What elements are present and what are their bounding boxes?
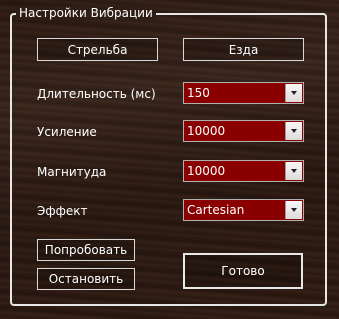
driving-button[interactable]: Езда (183, 38, 304, 61)
gain-label: Усиление (37, 125, 97, 139)
duration-select[interactable]: 150 (183, 82, 304, 104)
magnitude-label: Магнитуда (37, 165, 107, 179)
effect-label: Эффект (37, 204, 88, 218)
stop-button[interactable]: Остановить (37, 268, 135, 290)
gain-value: 10000 (187, 124, 226, 138)
magnitude-value: 10000 (187, 164, 226, 178)
effect-select[interactable]: Cartesian (183, 199, 304, 221)
chevron-down-icon[interactable] (285, 162, 302, 180)
effect-value: Cartesian (187, 203, 245, 217)
duration-label: Длительность (мс) (37, 87, 156, 101)
gain-select[interactable]: 10000 (183, 120, 304, 142)
chevron-down-icon[interactable] (285, 84, 302, 102)
chevron-down-icon[interactable] (285, 122, 302, 140)
chevron-down-icon[interactable] (285, 201, 302, 219)
duration-value: 150 (187, 86, 210, 100)
magnitude-select[interactable]: 10000 (183, 160, 304, 182)
shooting-button[interactable]: Стрельба (37, 38, 158, 61)
done-button[interactable]: Готово (183, 253, 303, 289)
group-title: Настройки Вибрации (16, 6, 156, 20)
try-button[interactable]: Попробовать (37, 239, 135, 261)
